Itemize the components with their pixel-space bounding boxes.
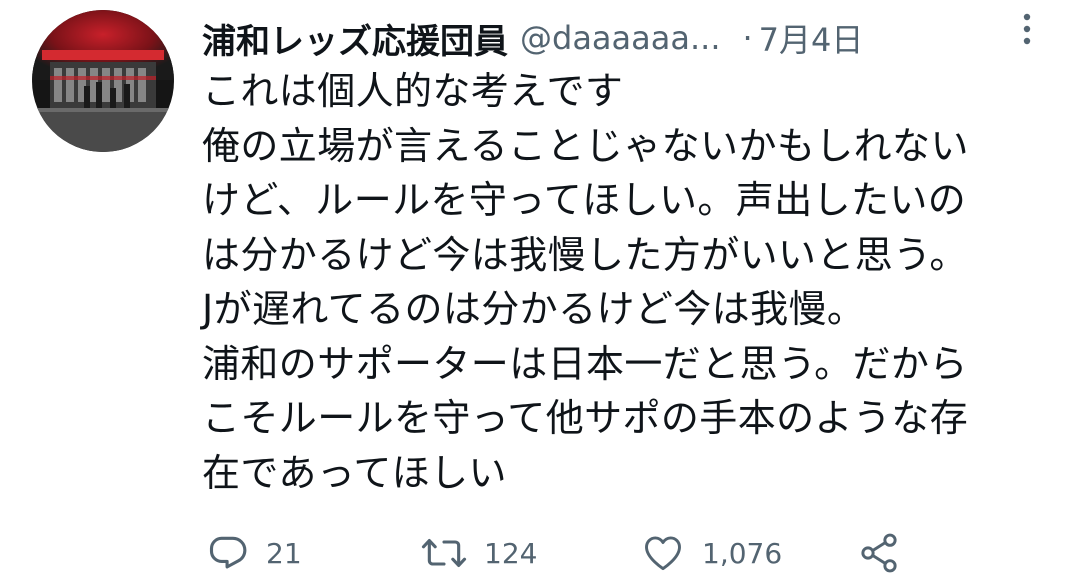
reply-icon [209, 536, 247, 569]
tweet-line: 俺の立場が言えることじゃないかもしれない [202, 123, 969, 168]
more-vertical-icon [1023, 13, 1031, 45]
separator-dot: · [742, 19, 753, 57]
tweet-line: Jが遅れてるのは分かるけど今は我慢。 [202, 287, 866, 331]
user-handle[interactable]: @daaaaaa... [520, 19, 720, 57]
retweet-count: 124 [484, 536, 538, 570]
share-button[interactable] [856, 528, 902, 578]
display-name[interactable]: 浦和レッズ応援団員 [202, 14, 508, 63]
tweet-line: こそルールを守って他サポの手本のような存 [202, 396, 969, 440]
tweet-body: これは個人的な考えです 俺の立場が言えることじゃないかもしれない けど、ルールを… [202, 64, 1062, 500]
like-button[interactable]: 1,076 [640, 528, 782, 578]
action-bar: 21 124 1,076 [0, 528, 1080, 578]
avatar-image [32, 10, 174, 152]
tweet-line: これは個人的な考えです [202, 69, 624, 113]
reply-button[interactable]: 21 [206, 528, 302, 578]
tweet-line: は分かるけど今は我慢した方がいいと思う。 [202, 232, 968, 277]
retweet-icon [421, 538, 467, 568]
share-icon [861, 533, 897, 573]
like-count: 1,076 [702, 536, 783, 570]
reply-count: 21 [266, 536, 302, 570]
tweet-line: 在であってほしい [202, 450, 507, 495]
tweet-line: 浦和のサポーターは日本一だと思う。だから [202, 341, 968, 386]
retweet-button[interactable]: 124 [420, 528, 537, 578]
tweet-line: けど、ルールを守ってほしい。声出したいの [202, 178, 967, 222]
tweet-date[interactable]: 7月4日 [759, 15, 864, 61]
avatar[interactable] [32, 10, 174, 152]
tweet-header: 浦和レッズ応援団員 @daaaaaa... · 7月4日 [202, 10, 863, 66]
heart-icon [645, 536, 681, 571]
more-options-button[interactable] [1012, 10, 1042, 50]
